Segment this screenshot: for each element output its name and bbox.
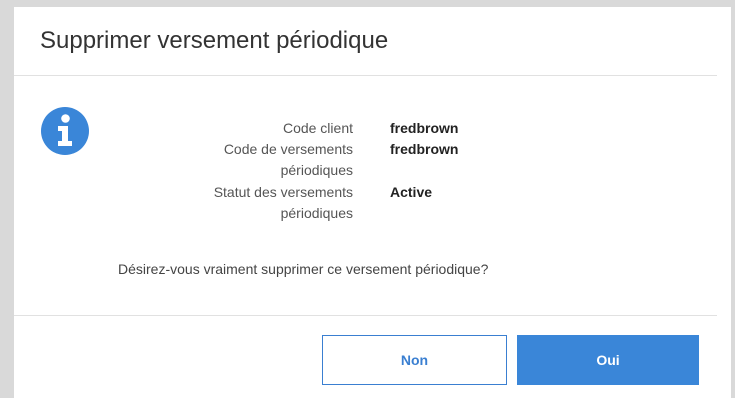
info-icon [41,107,89,155]
confirm-delete-dialog: Supprimer versement périodique Code clie… [14,7,731,398]
no-button[interactable]: Non [322,335,507,385]
yes-button[interactable]: Oui [517,335,699,385]
dialog-title: Supprimer versement périodique [40,27,389,54]
payment-status-value: Active [390,184,433,200]
client-code-value: fredbrown [390,120,459,136]
payment-code-label: Code de versements périodiques [223,141,353,178]
header-divider [14,75,717,76]
client-code-label: Code client [282,120,353,136]
payment-code-value: fredbrown [390,141,459,157]
footer-divider [14,315,717,316]
confirmation-question: Désirez-vous vraiment supprimer ce verse… [118,261,489,277]
payment-status-label: Statut des versements périodiques [213,184,353,221]
